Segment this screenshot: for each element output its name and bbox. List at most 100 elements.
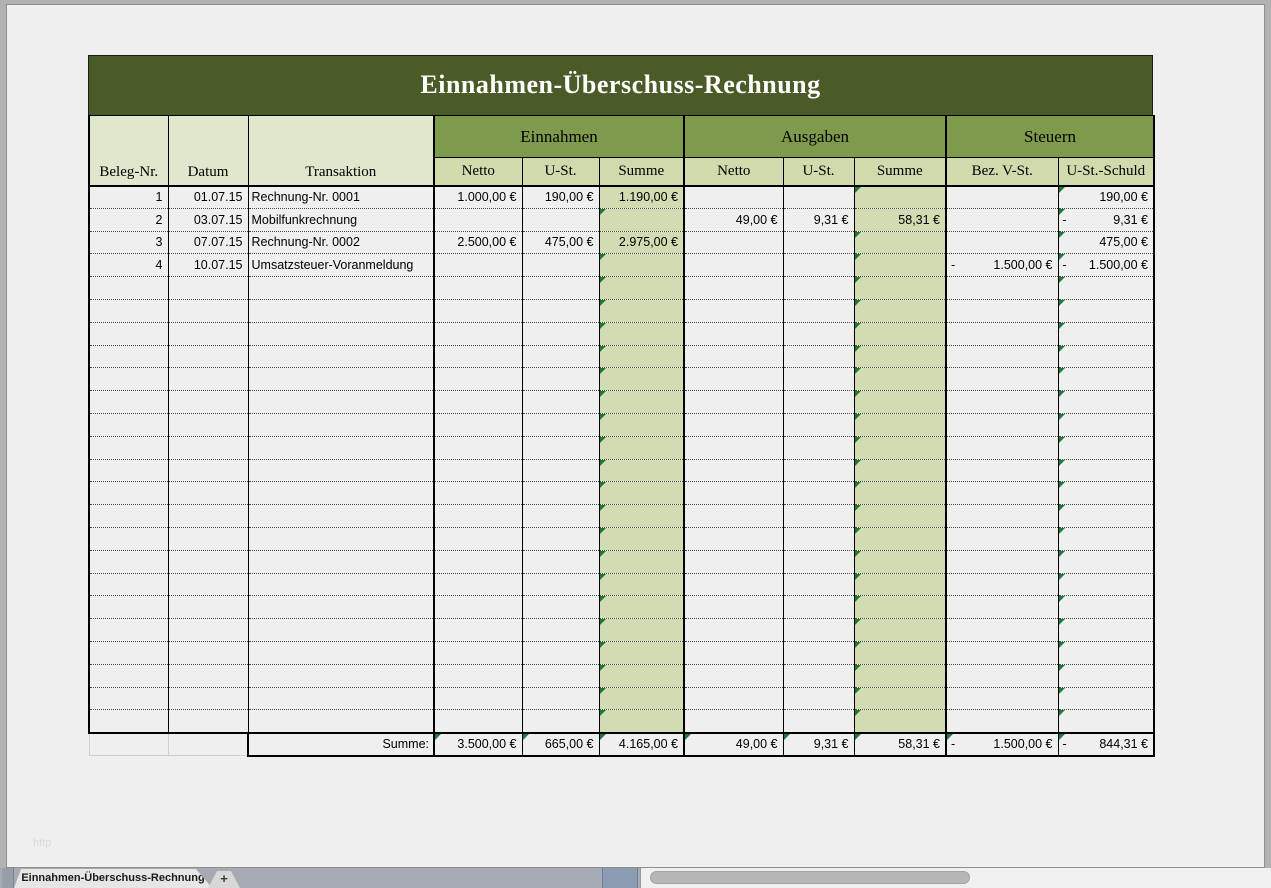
cell-beleg[interactable] — [89, 277, 168, 300]
cell-e_summe[interactable] — [599, 710, 684, 733]
cell-transaktion[interactable] — [248, 550, 434, 573]
cell-beleg[interactable] — [89, 436, 168, 459]
cell-a_netto[interactable] — [684, 413, 783, 436]
cell-datum[interactable] — [168, 413, 248, 436]
cell-bez_vst[interactable] — [946, 436, 1058, 459]
cell-e_netto[interactable] — [434, 596, 522, 619]
cell-e_summe[interactable] — [599, 277, 684, 300]
cell-datum[interactable]: 07.07.15 — [168, 231, 248, 254]
cell-beleg[interactable] — [89, 619, 168, 642]
cell-beleg[interactable] — [89, 550, 168, 573]
cell-e_netto[interactable] — [434, 345, 522, 368]
cell-e_ust[interactable] — [522, 208, 599, 231]
cell-e_ust[interactable] — [522, 391, 599, 414]
cell-a_netto[interactable] — [684, 186, 783, 209]
cell-a_ust[interactable] — [783, 231, 854, 254]
cell-e_summe[interactable] — [599, 322, 684, 345]
cell-beleg[interactable] — [89, 391, 168, 414]
cell-ust_schuld[interactable] — [1058, 277, 1154, 300]
cell-transaktion[interactable] — [248, 596, 434, 619]
cell-transaktion[interactable] — [248, 277, 434, 300]
cell-bez_vst[interactable] — [946, 459, 1058, 482]
cell-a_ust[interactable]: 9,31 € — [783, 208, 854, 231]
cell-a_summe[interactable] — [854, 505, 946, 528]
cell-e_summe[interactable] — [599, 505, 684, 528]
cell-a_ust[interactable] — [783, 277, 854, 300]
cell-a_ust[interactable] — [783, 345, 854, 368]
group-header-einnahmen[interactable]: Einnahmen — [434, 116, 684, 158]
cell-e_summe[interactable]: 2.975,00 € — [599, 231, 684, 254]
cell-datum[interactable] — [168, 527, 248, 550]
cell-transaktion[interactable] — [248, 687, 434, 710]
cell-ust_schuld[interactable] — [1058, 641, 1154, 664]
cell-e_netto[interactable]: 1.000,00 € — [434, 186, 522, 209]
cell-ust_schuld[interactable]: -9,31 € — [1058, 208, 1154, 231]
cell-beleg[interactable] — [89, 596, 168, 619]
cell-ust_schuld[interactable] — [1058, 482, 1154, 505]
cell-e_ust[interactable] — [522, 710, 599, 733]
cell-ust_schuld[interactable]: 190,00 € — [1058, 186, 1154, 209]
cell-e_netto[interactable] — [434, 619, 522, 642]
cell-a_summe[interactable] — [854, 277, 946, 300]
cell-a_netto[interactable] — [684, 254, 783, 277]
cell-e_ust[interactable] — [522, 436, 599, 459]
cell-datum[interactable] — [168, 505, 248, 528]
cell-bez_vst[interactable] — [946, 550, 1058, 573]
cell-beleg[interactable] — [89, 299, 168, 322]
cell-a_summe[interactable] — [854, 459, 946, 482]
cell-bez_vst[interactable] — [946, 641, 1058, 664]
cell-a_ust[interactable] — [783, 254, 854, 277]
cell-a_ust[interactable] — [783, 368, 854, 391]
cell-bez_vst[interactable] — [946, 322, 1058, 345]
cell-beleg[interactable] — [89, 345, 168, 368]
cell-a_ust[interactable] — [783, 459, 854, 482]
col-header-bez-vst[interactable]: Bez. V-St. — [946, 158, 1058, 186]
cell-e_ust[interactable] — [522, 322, 599, 345]
cell-e_ust[interactable] — [522, 277, 599, 300]
cell-datum[interactable] — [168, 345, 248, 368]
col-header-ust-schuld[interactable]: U-St.-Schuld — [1058, 158, 1154, 186]
cell-ust_schuld[interactable] — [1058, 619, 1154, 642]
cell-beleg[interactable]: 4 — [89, 254, 168, 277]
cell-e_summe[interactable] — [599, 527, 684, 550]
horizontal-scrollbar[interactable] — [640, 868, 1271, 888]
col-header-ausgaben-ust[interactable]: U-St. — [783, 158, 854, 186]
cell-datum[interactable] — [168, 436, 248, 459]
cell-transaktion[interactable] — [248, 664, 434, 687]
cell-a_netto[interactable] — [684, 527, 783, 550]
cell-ust_schuld[interactable] — [1058, 322, 1154, 345]
cell-a_ust[interactable] — [783, 299, 854, 322]
cell-a_ust[interactable] — [783, 596, 854, 619]
cell-datum[interactable] — [168, 550, 248, 573]
cell-ust_schuld[interactable] — [1058, 527, 1154, 550]
cell-e_summe[interactable] — [599, 368, 684, 391]
cell-datum[interactable] — [168, 459, 248, 482]
cell-e_summe[interactable] — [599, 459, 684, 482]
cell-a_summe[interactable] — [854, 368, 946, 391]
cell-a_netto[interactable] — [684, 231, 783, 254]
cell-datum[interactable] — [168, 710, 248, 733]
cell-bez_vst[interactable] — [946, 505, 1058, 528]
cell-bez_vst[interactable] — [946, 619, 1058, 642]
cell-transaktion[interactable] — [248, 527, 434, 550]
cell-e_netto[interactable] — [434, 687, 522, 710]
totals-cell-a_netto[interactable]: 49,00 € — [684, 733, 783, 756]
cell-datum[interactable] — [168, 482, 248, 505]
cell-e_netto[interactable] — [434, 710, 522, 733]
cell-e_netto[interactable] — [434, 505, 522, 528]
cell-e_ust[interactable] — [522, 619, 599, 642]
cell-beleg[interactable] — [89, 459, 168, 482]
cell-a_summe[interactable] — [854, 391, 946, 414]
cell-a_ust[interactable] — [783, 413, 854, 436]
cell-a_netto[interactable] — [684, 299, 783, 322]
cell-bez_vst[interactable] — [946, 527, 1058, 550]
cell-datum[interactable] — [168, 299, 248, 322]
cell-beleg[interactable] — [89, 482, 168, 505]
col-header-einnahmen-netto[interactable]: Netto — [434, 158, 522, 186]
sheet-tab-active[interactable]: Einnahmen-Überschuss-Rechnung — [14, 869, 212, 888]
cell-ust_schuld[interactable] — [1058, 345, 1154, 368]
cell-transaktion[interactable] — [248, 710, 434, 733]
cell-e_netto[interactable] — [434, 391, 522, 414]
cell-a_netto[interactable] — [684, 436, 783, 459]
cell-beleg[interactable] — [89, 573, 168, 596]
